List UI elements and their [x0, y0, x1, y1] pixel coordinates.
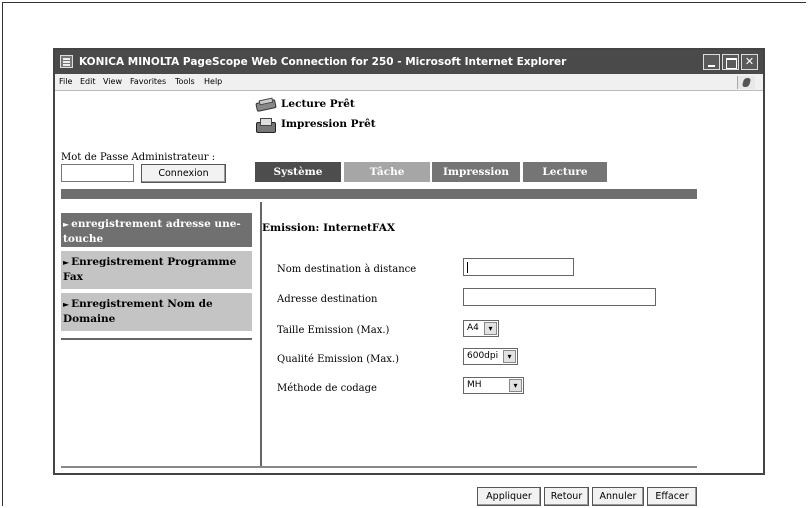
- ie-app-icon: [60, 55, 73, 68]
- max-send-quality-label: Qualité Emission (Max.): [277, 354, 400, 365]
- footer-divider: [61, 466, 697, 468]
- scan-status-label: Lecture Prêt: [281, 98, 355, 110]
- coding-method-label: Méthode de codage: [277, 383, 377, 394]
- print-status-label: Impression Prêt: [281, 118, 376, 130]
- chevron-down-icon[interactable]: ▾: [509, 379, 522, 392]
- coding-method-select[interactable]: MH ▾: [463, 377, 524, 394]
- menu-file[interactable]: File: [59, 77, 72, 86]
- sidebar-item-label: Enregistrement Programme Fax: [63, 256, 237, 283]
- menu-edit[interactable]: Edit: [80, 77, 96, 86]
- chevron-down-icon[interactable]: ▾: [503, 350, 516, 363]
- sidebar-item-label: enregistrement adresse une-touche: [63, 218, 241, 245]
- menu-help[interactable]: Help: [204, 77, 222, 86]
- browser-window: KONICA MINOLTA PageScope Web Connection …: [53, 48, 765, 506]
- max-send-quality-select[interactable]: 600dpi ▾: [463, 348, 518, 365]
- window-titlebar: KONICA MINOLTA PageScope Web Connection …: [55, 50, 763, 74]
- scanner-icon: [255, 98, 275, 112]
- windows-logo-icon: [737, 76, 755, 89]
- max-send-quality-value: 600dpi: [467, 351, 499, 361]
- sidebar-divider: [61, 338, 252, 340]
- sidebar-item-domain-name-registration[interactable]: ► Enregistrement Nom de Domaine: [61, 293, 252, 331]
- window-title: KONICA MINOLTA PageScope Web Connection …: [79, 56, 567, 68]
- menu-favorites[interactable]: Favorites: [130, 77, 166, 86]
- max-send-size-value: A4: [467, 323, 479, 333]
- admin-password-input[interactable]: [61, 164, 134, 182]
- arrow-right-icon: ►: [63, 299, 70, 309]
- sidebar-item-one-touch-registration[interactable]: ► enregistrement adresse une-touche: [61, 213, 252, 247]
- apply-button[interactable]: Appliquer: [477, 487, 541, 506]
- menu-bar: File Edit View Favorites Tools Help: [55, 74, 763, 91]
- remote-destination-name-label: Nom destination à distance: [277, 264, 417, 275]
- tab-tache[interactable]: Tâche: [344, 162, 430, 182]
- back-button[interactable]: Retour: [544, 487, 589, 506]
- sidebar-item-label: Enregistrement Nom de Domaine: [63, 298, 213, 325]
- max-send-size-select[interactable]: A4 ▾: [463, 320, 499, 337]
- clear-button[interactable]: Effacer: [647, 487, 697, 506]
- destination-address-input[interactable]: [463, 288, 656, 306]
- menu-tools[interactable]: Tools: [175, 77, 195, 86]
- cancel-button[interactable]: Annuler: [592, 487, 644, 506]
- admin-password-label: Mot de Passe Administrateur :: [61, 152, 216, 163]
- web-content: Lecture Prêt Impression Prêt Mot de Pass…: [55, 92, 763, 506]
- sidebar-item-fax-program-registration[interactable]: ► Enregistrement Programme Fax: [61, 251, 252, 289]
- menu-view[interactable]: View: [103, 77, 122, 86]
- close-button[interactable]: ✕: [741, 54, 758, 70]
- arrow-right-icon: ►: [63, 257, 70, 267]
- minimize-button[interactable]: [703, 54, 720, 70]
- destination-address-label: Adresse destination: [277, 294, 378, 305]
- header-divider-bar: [61, 189, 697, 199]
- connect-button[interactable]: Connexion: [141, 164, 226, 183]
- max-send-size-label: Taille Emission (Max.): [277, 325, 390, 336]
- tab-impression[interactable]: Impression: [432, 162, 520, 182]
- form-title: Emission: InternetFAX: [262, 222, 395, 234]
- coding-method-value: MH: [467, 380, 482, 390]
- vertical-divider: [260, 202, 262, 466]
- printer-icon: [255, 118, 276, 133]
- arrow-right-icon: ►: [63, 219, 70, 229]
- tab-lecture[interactable]: Lecture: [523, 162, 607, 182]
- remote-destination-name-input[interactable]: [463, 258, 574, 276]
- maximize-button[interactable]: [722, 54, 739, 70]
- tab-systeme[interactable]: Système: [255, 162, 341, 182]
- chevron-down-icon[interactable]: ▾: [484, 322, 497, 335]
